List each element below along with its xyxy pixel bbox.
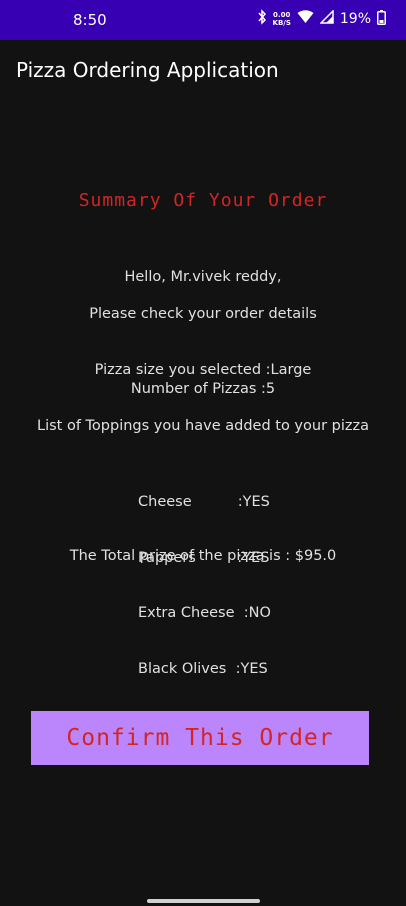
net-speed-value: 0.00: [273, 11, 291, 19]
app-bar: Pizza Ordering Application: [0, 40, 406, 104]
toppings-heading: List of Toppings you have added to your …: [37, 418, 369, 434]
status-time: 8:50: [73, 11, 107, 29]
battery-percent: 19%: [339, 11, 371, 27]
wifi-icon: [297, 10, 314, 28]
bluetooth-icon: [257, 9, 267, 29]
toppings-list: Cheese :YES Pappers :YES Extra Cheese :N…: [138, 456, 271, 697]
greeting-text: Hello, Mr.vivek reddy,: [124, 269, 282, 285]
summary-heading: Summary Of Your Order: [78, 190, 328, 211]
app-title: Pizza Ordering Application: [16, 58, 279, 82]
pizza-count-text: Number of Pizzas :5: [130, 381, 276, 397]
instruction-text: Please check your order details: [89, 306, 317, 322]
pizza-size-text: Pizza size you selected :Large: [94, 362, 312, 378]
battery-icon: [377, 9, 386, 29]
topping-item-extra-cheese: Extra Cheese :NO: [138, 605, 271, 621]
net-speed-unit: KB/S: [272, 19, 291, 27]
status-bar: 8:50 0.00 KB/S 19%: [0, 0, 406, 40]
confirm-order-button[interactable]: Confirm This Order: [31, 711, 369, 765]
topping-item-cheese: Cheese :YES: [138, 494, 270, 510]
net-speed: 0.00 KB/S: [273, 11, 291, 27]
status-icons: 0.00 KB/S 19%: [257, 9, 386, 29]
topping-item-black-olives: Black Olives :YES: [138, 660, 268, 677]
total-price-text: The Total prize of the pizza is : $95.0: [69, 548, 337, 564]
signal-icon: [319, 9, 334, 28]
home-indicator[interactable]: [147, 899, 260, 903]
